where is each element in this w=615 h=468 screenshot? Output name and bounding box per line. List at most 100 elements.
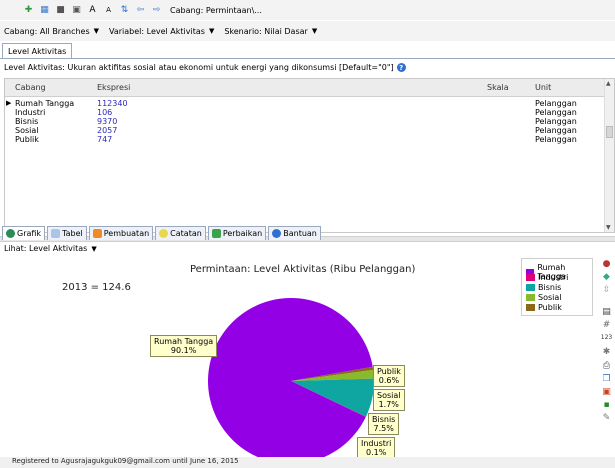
chart-legend: Rumah Tangga Industri Bisnis Sosial Publ… — [521, 258, 593, 316]
legend-swatch — [526, 294, 535, 301]
cell-ekspresi[interactable]: 106 — [97, 108, 112, 117]
cell-cabang[interactable]: Sosial — [15, 126, 39, 135]
skenario-select[interactable]: Skenario: Nilai Dasar ▼ — [224, 27, 317, 36]
tab-tabel[interactable]: Tabel — [47, 226, 87, 240]
tab-label: Bantuan — [283, 229, 317, 238]
table-row[interactable]: Sosial 2057 Pelanggan — [5, 126, 614, 135]
table-icon[interactable]: ▤ — [601, 306, 612, 317]
num-icon[interactable]: 123 — [601, 332, 612, 343]
description-text: Level Aktivitas: Ukuran aktifitas sosial… — [4, 63, 394, 72]
header-ekspresi[interactable]: Ekspresi — [97, 83, 130, 92]
skenario-select-label: Skenario: Nilai Dasar — [224, 26, 308, 36]
callout-name: Sosial — [377, 391, 401, 400]
data-label-bisnis: Bisnis 7.5% — [368, 413, 400, 435]
tab-label: Pembuatan — [103, 229, 150, 238]
pie-slice-rumah-tangga — [208, 297, 373, 464]
chevron-down-icon[interactable]: ▼ — [94, 27, 99, 35]
variable-description: Level Aktivitas: Ukuran aktifitas sosial… — [4, 63, 406, 72]
data-label-publik: Publik 0.6% — [373, 365, 405, 387]
callout-value: 0.1% — [366, 448, 387, 457]
sort-icon[interactable]: ⇅ — [118, 4, 131, 17]
chevron-down-icon[interactable]: ▼ — [312, 27, 317, 35]
cell-cabang[interactable]: Rumah Tangga — [15, 99, 74, 108]
cell-unit[interactable]: Pelanggan — [535, 117, 577, 126]
callout-value: 1.7% — [378, 400, 399, 409]
callout-name: Rumah Tangga — [154, 337, 214, 346]
scroll-thumb[interactable] — [606, 126, 613, 138]
cell-ekspresi[interactable]: 2057 — [97, 126, 117, 135]
wrench-icon[interactable]: ✎ — [601, 412, 612, 423]
table-icon[interactable]: ■ — [54, 4, 67, 17]
chart-icon[interactable]: ✱ — [601, 346, 612, 357]
print-icon[interactable]: ⎙ — [601, 360, 612, 371]
legend-item: Bisnis — [526, 283, 561, 292]
cell-cabang[interactable]: Industri — [15, 108, 45, 117]
divider — [0, 58, 615, 59]
cell-unit[interactable]: Pelanggan — [535, 126, 577, 135]
data-label-industri: Industri 0.1% — [357, 437, 396, 459]
tab-label: Grafik — [17, 229, 42, 238]
fix-tab-icon — [211, 229, 221, 238]
header-skala[interactable]: Skala — [487, 83, 509, 92]
legend-label: Bisnis — [538, 283, 562, 292]
tab-catatan[interactable]: Catatan — [155, 226, 206, 240]
cell-unit[interactable]: Pelanggan — [535, 99, 577, 108]
table-row[interactable]: Bisnis 9370 Pelanggan — [5, 117, 614, 126]
legend-item: Sosial — [526, 293, 562, 302]
scroll-up-icon[interactable]: ▲ — [606, 80, 611, 87]
scroll-down-icon[interactable]: ▼ — [606, 224, 611, 231]
tab-bantuan[interactable]: Bantuan — [268, 226, 321, 240]
callout-name: Publik — [377, 367, 401, 376]
variabel-select[interactable]: Variabel: Level Aktivitas ▼ — [109, 27, 214, 36]
cell-cabang[interactable]: Bisnis — [15, 117, 38, 126]
tab-level-aktivitas[interactable]: Level Aktivitas — [2, 43, 73, 59]
forward-icon[interactable]: ⇨ — [150, 4, 163, 17]
chevron-down-icon[interactable]: ▼ — [209, 27, 214, 35]
view-icon[interactable]: ▣ — [70, 4, 83, 17]
copy-icon[interactable]: ❐ — [601, 373, 612, 384]
data-label-rumah-tangga: Rumah Tangga 90.1% — [150, 335, 218, 357]
cell-cabang[interactable]: Publik — [15, 135, 39, 144]
bottom-tab-strip: Grafik Tabel Pembuatan Catatan Perbaikan… — [2, 226, 321, 240]
branch-icon[interactable]: ▦ — [38, 4, 51, 17]
toolbar: ✚ ▦ ■ ▣ A A ⇅ ⇦ ⇨ Cabang: Permintaan\... — [0, 0, 615, 20]
pie-slice-sosial — [291, 369, 374, 381]
font-small-icon[interactable]: A — [102, 4, 115, 17]
header-unit[interactable]: Unit — [535, 83, 551, 92]
palette-icon[interactable]: ◆ — [601, 271, 612, 282]
chart-tab-icon — [6, 229, 15, 238]
cabang-select[interactable]: Cabang: All Branches ▼ — [4, 27, 99, 36]
cell-unit[interactable]: Pelanggan — [535, 108, 577, 117]
cell-unit[interactable]: Pelanggan — [535, 135, 577, 144]
callout-name: Bisnis — [372, 415, 396, 424]
tab-grafik[interactable]: Grafik — [2, 226, 46, 240]
expression-grid: Cabang Ekspresi Skala Unit ▶ Rumah Tangg… — [4, 78, 615, 233]
cell-ekspresi[interactable]: 112340 — [97, 99, 128, 108]
row-pointer-icon: ▶ — [6, 99, 12, 107]
help-icon[interactable]: ? — [396, 63, 406, 72]
table-tab-icon — [51, 229, 61, 238]
grid-icon[interactable]: # — [601, 319, 612, 330]
paint-icon[interactable]: ● — [601, 258, 612, 269]
save-icon[interactable]: ▪ — [601, 399, 612, 410]
chevron-down-icon[interactable]: ▼ — [91, 245, 96, 253]
table-row[interactable]: ▶ Rumah Tangga 112340 Pelanggan — [5, 99, 614, 108]
legend-swatch — [526, 284, 535, 291]
export-icon[interactable]: ▣ — [601, 386, 612, 397]
add-icon[interactable]: ✚ — [22, 4, 35, 17]
chart-title: Permintaan: Level Aktivitas (Ribu Pelang… — [190, 264, 416, 275]
tab-pembuatan[interactable]: Pembuatan — [88, 226, 154, 240]
table-row[interactable]: Publik 747 Pelanggan — [5, 135, 614, 144]
tab-perbaikan[interactable]: Perbaikan — [207, 226, 267, 240]
scale-icon[interactable]: ⇳ — [601, 284, 612, 295]
font-large-icon[interactable]: A — [86, 4, 99, 17]
vertical-scrollbar[interactable]: ▲ ▼ — [604, 79, 614, 232]
legend-swatch — [526, 274, 535, 281]
cell-ekspresi[interactable]: 9370 — [97, 117, 117, 126]
back-icon[interactable]: ⇦ — [134, 4, 147, 17]
header-cabang[interactable]: Cabang — [15, 83, 46, 92]
lihat-select[interactable]: Lihat: Level Aktivitas ▼ — [4, 244, 97, 253]
table-row[interactable]: Industri 106 Pelanggan — [5, 108, 614, 117]
cell-ekspresi[interactable]: 747 — [97, 135, 112, 144]
help-tab-icon — [272, 229, 282, 238]
